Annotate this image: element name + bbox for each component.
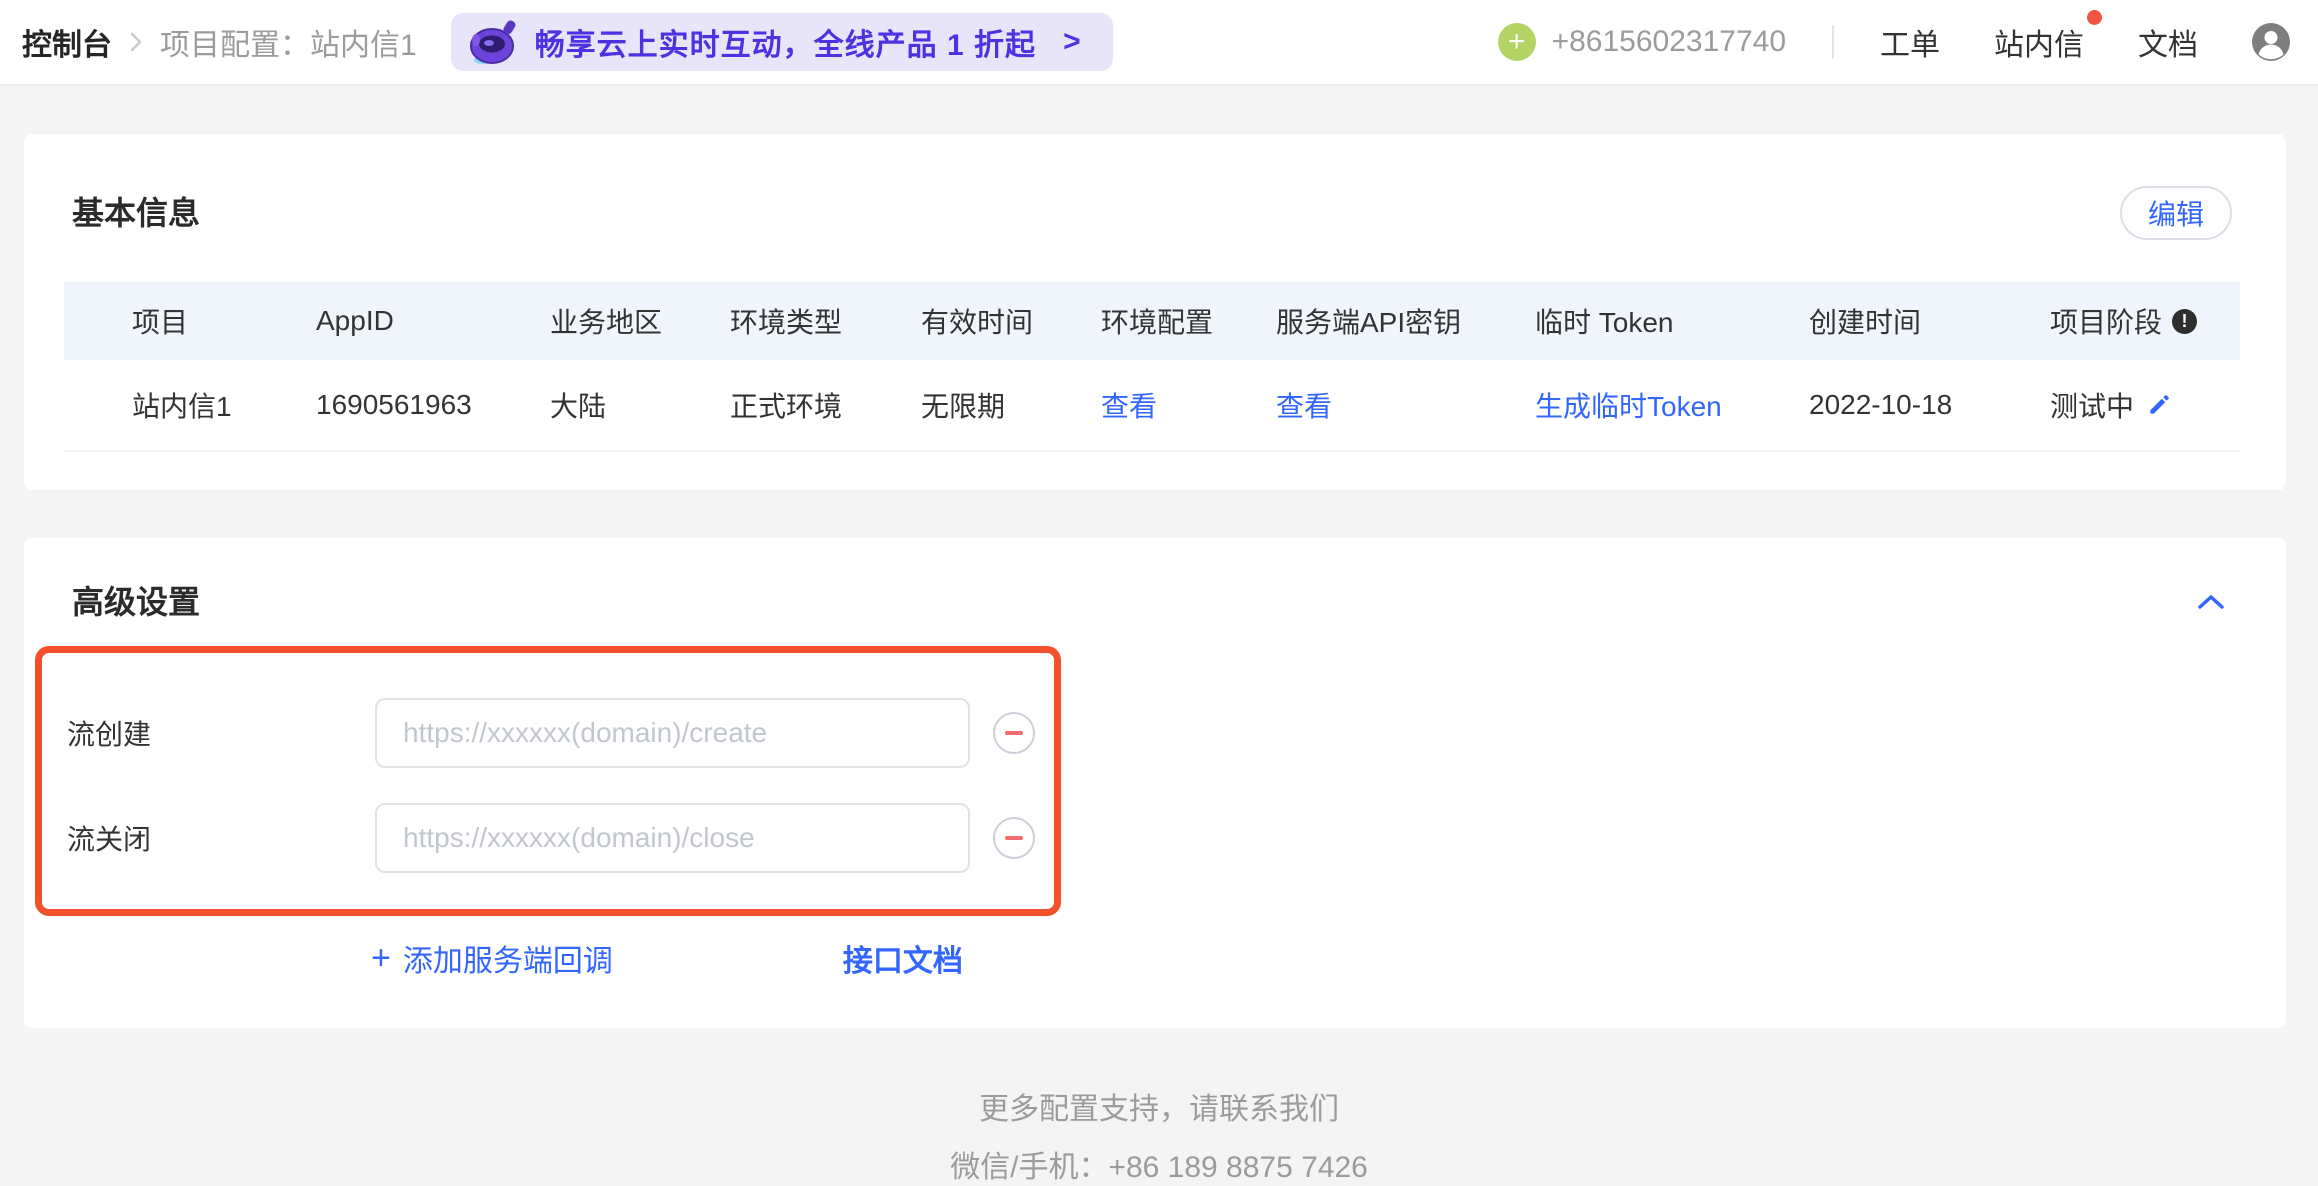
- stream-close-label: 流关闭: [67, 818, 375, 858]
- advanced-settings-card: 高级设置 流创建 流关闭 + 添加服务端回调 接口文档: [24, 538, 2286, 1028]
- header-right-group: + +8615602317740 工单 站内信 文档: [1498, 20, 2290, 64]
- col-valid-time: 有效时间: [921, 301, 1101, 341]
- stream-create-callback-input[interactable]: [375, 698, 970, 768]
- cell-appid: 1690561963: [316, 389, 550, 421]
- env-config-view-link[interactable]: 查看: [1101, 385, 1276, 425]
- nav-item-messages[interactable]: 站内信: [1994, 20, 2084, 64]
- minus-icon: [1005, 731, 1023, 735]
- col-temp-token: 临时 Token: [1535, 301, 1809, 341]
- api-secret-view-link[interactable]: 查看: [1276, 385, 1535, 425]
- cell-region: 大陆: [550, 385, 730, 425]
- edit-button[interactable]: 编辑: [2120, 186, 2232, 240]
- nav-item-docs[interactable]: 文档: [2138, 20, 2198, 64]
- header-divider: [1832, 25, 1834, 59]
- footer-contact-text: 微信/手机：+86 189 8875 7426: [0, 1142, 2318, 1186]
- table-header-row: 项目 AppID 业务地区 环境类型 有效时间 环境配置 服务端API密钥 临时…: [64, 282, 2240, 360]
- callback-links-row: + 添加服务端回调 接口文档: [371, 936, 2286, 980]
- cell-project-stage: 测试中: [2050, 385, 2240, 425]
- col-project-stage: 项目阶段 !: [2050, 301, 2240, 341]
- table-row: 站内信1 1690561963 大陆 正式环境 无限期 查看 查看 生成临时To…: [64, 360, 2240, 452]
- cell-env-type: 正式环境: [730, 385, 921, 425]
- col-project: 项目: [132, 301, 316, 341]
- account-plus-icon[interactable]: +: [1498, 23, 1536, 61]
- unread-badge: [2087, 10, 2102, 25]
- advanced-settings-title: 高级设置: [72, 584, 200, 620]
- col-appid: AppID: [316, 305, 550, 337]
- user-avatar-icon[interactable]: [2252, 23, 2290, 61]
- api-doc-link[interactable]: 接口文档: [843, 936, 963, 980]
- stream-create-row: 流创建: [67, 698, 1054, 768]
- cell-valid-time: 无限期: [921, 385, 1101, 425]
- col-region: 业务地区: [550, 301, 730, 341]
- basic-info-card: 基本信息 编辑 项目 AppID 业务地区 环境类型 有效时间 环境配置 服务端…: [24, 134, 2286, 490]
- stage-info-icon[interactable]: !: [2172, 309, 2197, 334]
- callback-annotation-box: 流创建 流关闭: [35, 646, 1061, 916]
- promo-banner-text: 畅享云上实时互动，全线产品 1 折起: [535, 20, 1036, 64]
- nav-item-tickets[interactable]: 工单: [1880, 20, 1940, 64]
- cell-create-time: 2022-10-18: [1809, 389, 2050, 421]
- remove-stream-close-button[interactable]: [993, 817, 1035, 859]
- page-footer: 更多配置支持，请联系我们 微信/手机：+86 189 8875 7426: [0, 1028, 2318, 1186]
- account-phone[interactable]: +8615602317740: [1552, 25, 1786, 59]
- top-header: 控制台 项目配置：站内信1 畅享云上实时互动，全线产品 1 折起 > + +86…: [0, 0, 2318, 86]
- promo-banner[interactable]: 畅享云上实时互动，全线产品 1 折起 >: [451, 13, 1113, 71]
- collapse-section-button[interactable]: [2190, 587, 2232, 617]
- col-api-secret: 服务端API密钥: [1276, 301, 1535, 341]
- basic-info-title: 基本信息: [72, 195, 200, 231]
- nav-item-messages-label: 站内信: [1994, 29, 2084, 62]
- footer-support-text: 更多配置支持，请联系我们: [0, 1084, 2318, 1128]
- stream-create-label: 流创建: [67, 713, 375, 753]
- col-project-stage-label: 项目阶段: [2050, 301, 2162, 341]
- remove-stream-create-button[interactable]: [993, 712, 1035, 754]
- generate-token-link[interactable]: 生成临时Token: [1535, 385, 1809, 425]
- advanced-settings-header: 高级设置: [24, 538, 2286, 620]
- minus-icon: [1005, 836, 1023, 840]
- breadcrumb-current-page: 项目配置：站内信1: [160, 20, 417, 64]
- col-create-time: 创建时间: [1809, 301, 2050, 341]
- add-server-callback-label: 添加服务端回调: [403, 936, 613, 980]
- breadcrumb-chevron-icon: [128, 28, 144, 56]
- add-plus-icon: +: [371, 941, 391, 975]
- breadcrumb-console[interactable]: 控制台: [22, 20, 112, 64]
- chevron-up-icon: [2196, 593, 2226, 611]
- basic-info-card-header: 基本信息 编辑: [24, 134, 2286, 240]
- col-env-type: 环境类型: [730, 301, 921, 341]
- stream-close-row: 流关闭: [67, 803, 1054, 873]
- promo-mascot-icon: [467, 18, 521, 66]
- cell-project: 站内信1: [132, 385, 316, 425]
- add-server-callback-link[interactable]: + 添加服务端回调: [371, 936, 613, 980]
- stream-close-callback-input[interactable]: [375, 803, 970, 873]
- edit-stage-pencil-icon[interactable]: [2146, 392, 2172, 418]
- project-table: 项目 AppID 业务地区 环境类型 有效时间 环境配置 服务端API密钥 临时…: [64, 282, 2240, 452]
- col-env-config: 环境配置: [1101, 301, 1276, 341]
- stage-value: 测试中: [2050, 385, 2134, 425]
- promo-arrow-icon: >: [1063, 25, 1081, 59]
